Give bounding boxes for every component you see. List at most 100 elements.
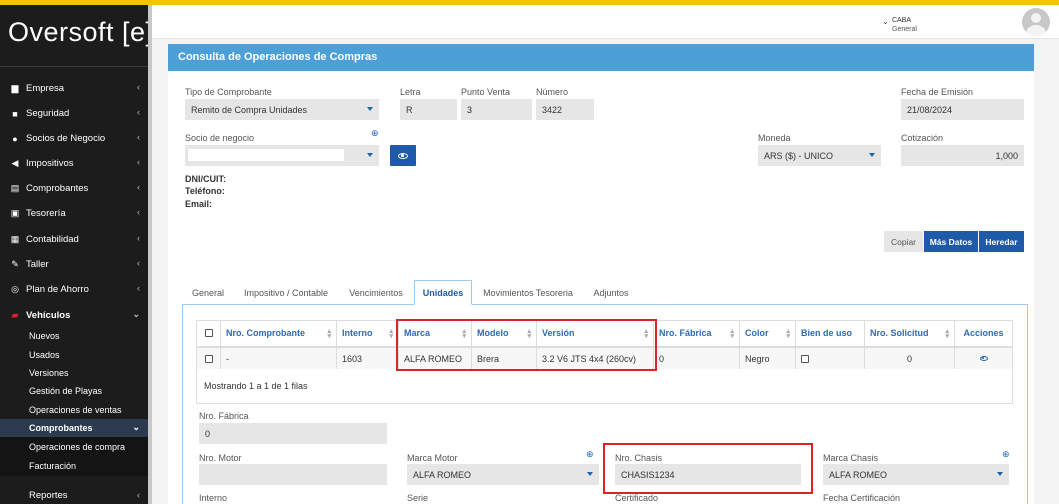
mas-datos-button[interactable]: Más Datos xyxy=(924,231,978,252)
sidebar-item-label: Tesorería xyxy=(26,208,66,219)
sidebar-item-taller[interactable]: ✎ Taller ‹ xyxy=(0,252,148,277)
chevron-left-icon: ‹ xyxy=(137,258,140,268)
sidebar-item-label: Contabilidad xyxy=(26,234,79,245)
zoom-icon[interactable]: ⊕ xyxy=(586,449,594,460)
chevron-down-icon: ⌄ xyxy=(882,17,889,26)
header-label: Bien de uso xyxy=(801,328,853,338)
row-checkbox[interactable] xyxy=(204,354,213,363)
nro-fabrica-field[interactable]: 0 xyxy=(199,423,387,444)
sidebar-sub-nuevos[interactable]: Nuevos xyxy=(0,327,148,345)
letra-field[interactable]: R xyxy=(400,99,457,120)
app-logo: Oversoft [e] xyxy=(8,17,148,47)
header-label: Nro. Solicitud xyxy=(870,328,929,338)
interno-label: Interno xyxy=(199,493,228,503)
sidebar-item-reportes[interactable]: Reportes ‹ xyxy=(0,484,148,504)
caret-down-icon xyxy=(587,472,593,476)
zoom-icon[interactable]: ⊕ xyxy=(1002,449,1010,460)
sidebar-item-plan-ahorro[interactable]: ◎ Plan de Ahorro ‹ xyxy=(0,277,148,302)
marca-motor-label: Marca Motor xyxy=(407,453,458,463)
sidebar-item-label: Impositivos xyxy=(26,158,74,169)
heredar-button[interactable]: Heredar xyxy=(979,231,1024,252)
letra-label: Letra xyxy=(400,87,421,97)
bien-uso-cell xyxy=(796,348,865,369)
table-header[interactable]: Nro. Solicitud ▴ ▾ xyxy=(865,320,955,348)
car-icon: ▰ xyxy=(11,309,19,320)
table-header[interactable]: Nro. Fábrica ▴ ▾ xyxy=(654,320,740,348)
fecha-emision-field[interactable]: 21/08/2024 xyxy=(901,99,1024,120)
chevron-left-icon: ‹ xyxy=(137,182,140,192)
marca-chasis-select[interactable]: ALFA ROMEO xyxy=(823,464,1009,485)
tipo-comprobante-select[interactable]: Remito de Compra Unidades xyxy=(185,99,379,120)
zoom-icon[interactable]: ⊕ xyxy=(371,128,379,139)
location-selector[interactable]: ⌄ CABA General xyxy=(882,16,923,36)
sidebar-item-comprobantes[interactable]: ▤ Comprobantes ‹ xyxy=(0,176,148,201)
chevron-left-icon: ‹ xyxy=(137,233,140,243)
tab-movimientos[interactable]: Movimientos Tesoreria xyxy=(476,280,580,305)
tab-general[interactable]: General xyxy=(186,280,230,305)
sidebar-item-impositivos[interactable]: ◀ Impositivos ‹ xyxy=(0,151,148,176)
cotizacion-field[interactable]: 1,000 xyxy=(901,145,1024,166)
sidebar-item-contabilidad[interactable]: ▦ Contabilidad ‹ xyxy=(0,227,148,252)
header-label: Nro. Comprobante xyxy=(226,328,306,338)
serie-label: Serie xyxy=(407,493,429,503)
lock-icon: ■ xyxy=(12,108,18,119)
view-icon[interactable] xyxy=(979,356,988,361)
view-socio-button[interactable] xyxy=(390,145,416,166)
sidebar-item-label: Comprobantes xyxy=(26,183,89,194)
sidebar-item-seguridad[interactable]: ■ Seguridad ‹ xyxy=(0,101,148,126)
sidebar-item-label: Socios de Negocio xyxy=(26,133,106,144)
moneda-value: ARS ($) - UNICO xyxy=(764,150,834,161)
tab-adjuntos[interactable]: Adjuntos xyxy=(586,280,636,305)
sidebar-sub-versiones[interactable]: Versiones xyxy=(0,364,148,382)
sidebar-sub-facturacion[interactable]: Facturación xyxy=(0,456,148,476)
numero-field[interactable]: 3422 xyxy=(536,99,594,120)
table-header[interactable]: Bien de uso xyxy=(796,320,865,348)
tab-impositivo[interactable]: Impositivo / Contable xyxy=(236,280,336,305)
socio-negocio-label: Socio de negocio xyxy=(185,133,255,143)
copiar-button[interactable]: Copiar xyxy=(884,231,923,252)
punto-venta-field[interactable]: 3 xyxy=(461,99,532,120)
marca-chasis-label: Marca Chasis xyxy=(823,453,879,463)
nro-motor-label: Nro. Motor xyxy=(199,453,242,463)
table-header[interactable]: Interno ▴ ▾ xyxy=(337,320,399,348)
panel-title: Consulta de Operaciones de Compras xyxy=(168,44,1034,71)
select-all-checkbox[interactable] xyxy=(204,329,213,337)
caret-down-icon xyxy=(997,472,1003,476)
nro-motor-field[interactable] xyxy=(199,464,387,485)
marca-motor-select[interactable]: ALFA ROMEO xyxy=(407,464,599,485)
sidebar-item-empresa[interactable]: ▆ Empresa ‹ xyxy=(0,76,148,101)
handshake-icon: ◎ xyxy=(11,284,19,294)
table-header[interactable]: Nro. Comprobante ▴ ▾ xyxy=(221,320,337,348)
sidebar-sub-comprobantes[interactable]: Comprobantes ⌄ xyxy=(0,419,148,437)
tab-vencimientos[interactable]: Vencimientos xyxy=(342,280,410,305)
marca-chasis-value: ALFA ROMEO xyxy=(829,469,888,480)
top-header: ⌄ CABA General xyxy=(152,5,1059,39)
wrench-icon: ✎ xyxy=(11,259,19,269)
moneda-select[interactable]: ARS ($) - UNICO xyxy=(758,145,881,166)
sidebar-sub-usados[interactable]: Usados xyxy=(0,346,148,364)
bien-uso-checkbox[interactable] xyxy=(801,354,809,363)
sidebar-sub-operaciones-ventas[interactable]: Operaciones de ventas xyxy=(0,401,148,419)
sidebar-scrollbar[interactable] xyxy=(148,5,152,504)
sidebar-item-vehiculos[interactable]: ▰ Vehículos ⌄ xyxy=(0,303,148,327)
sidebar-sub-operaciones-compra[interactable]: Operaciones de compra xyxy=(0,437,148,456)
table-header[interactable]: Color ▴ ▾ xyxy=(740,320,796,348)
tab-unidades[interactable]: Unidades xyxy=(414,280,472,305)
table-cell: 0 xyxy=(654,348,740,369)
sidebar-item-tesoreria[interactable]: ▣ Tesorería ‹ xyxy=(0,201,148,226)
money-icon: ▣ xyxy=(10,208,20,218)
sort-icon: ▴ ▾ xyxy=(389,328,393,340)
sidebar-item-label: Seguridad xyxy=(26,108,70,119)
avatar-head-icon xyxy=(1031,13,1041,23)
sidebar-item-socios[interactable]: ● Socios de Negocio ‹ xyxy=(0,126,148,151)
sidebar: Oversoft [e] ▆ Empresa ‹ ■ Seguridad ‹ ●… xyxy=(0,5,148,504)
location-label: CABA xyxy=(892,17,912,24)
sidebar-sub-gestion-playas[interactable]: Gestión de Playas xyxy=(0,382,148,400)
user-icon: ● xyxy=(12,133,18,144)
chevron-left-icon: ‹ xyxy=(137,157,140,167)
chevron-down-icon: ⌄ xyxy=(132,422,140,432)
chevron-left-icon: ‹ xyxy=(137,283,140,293)
highlight-box xyxy=(603,443,813,494)
socio-negocio-select[interactable] xyxy=(185,145,379,166)
avatar[interactable] xyxy=(1022,8,1050,36)
